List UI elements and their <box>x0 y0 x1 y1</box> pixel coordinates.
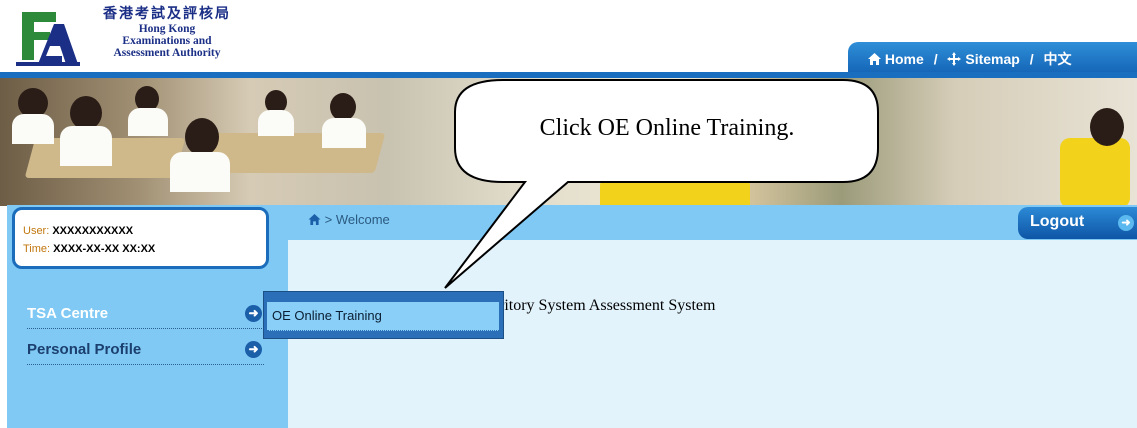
callout-shape <box>444 79 879 289</box>
callout-text: Click OE Online Training. <box>539 115 795 141</box>
callout-bubble <box>444 79 879 289</box>
